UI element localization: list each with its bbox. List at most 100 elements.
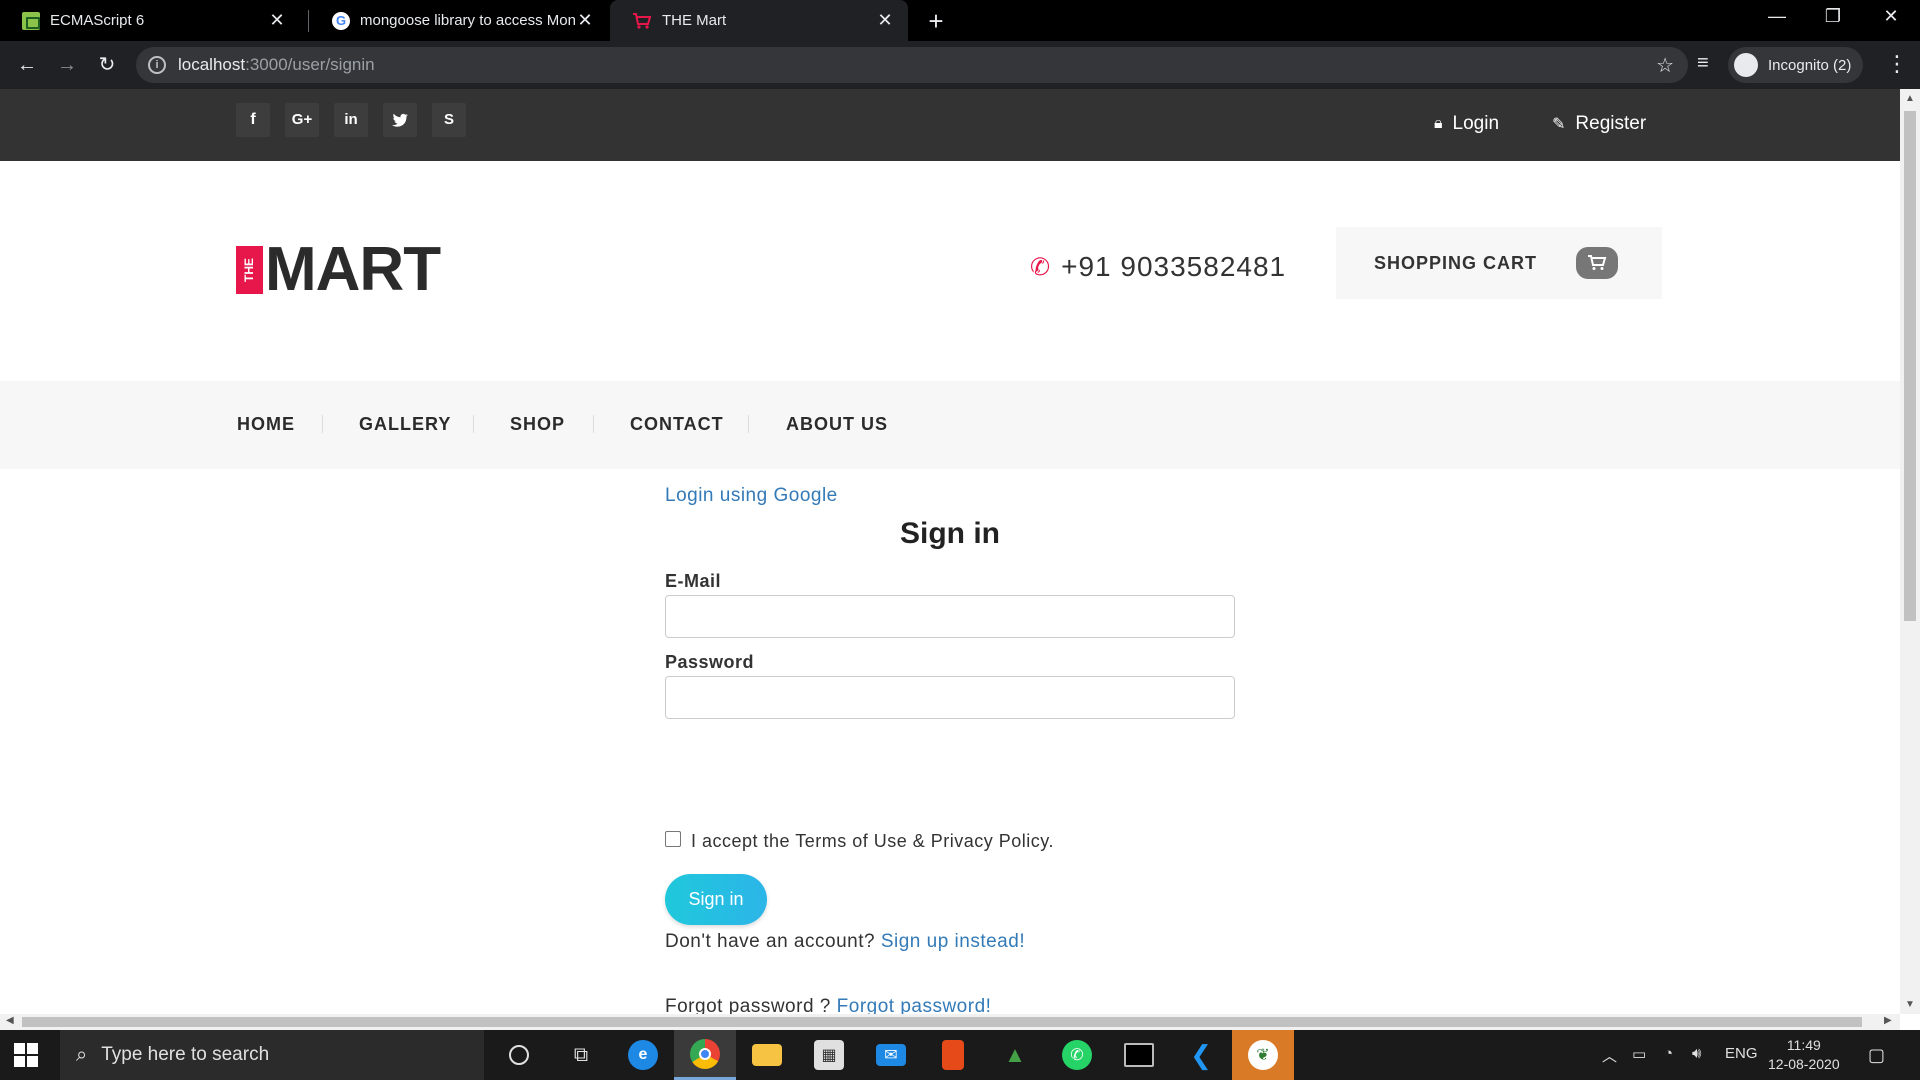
nav-about-us[interactable]: ABOUT US — [786, 414, 888, 435]
close-icon[interactable]: ✕ — [876, 10, 894, 31]
chrome-icon[interactable] — [674, 1030, 736, 1080]
forgot-password-link[interactable]: Forgot password! — [837, 996, 992, 1014]
main-navigation: HOME GALLERY SHOP CONTACT ABOUT US — [0, 381, 1900, 469]
nav-shop[interactable]: SHOP — [510, 414, 565, 435]
login-google-link[interactable]: Login using Google — [665, 485, 838, 507]
nav-gallery[interactable]: GALLERY — [359, 414, 451, 435]
lock-icon: 🔒︎ — [1434, 115, 1443, 132]
email-label: E-Mail — [665, 571, 722, 591]
task-view-icon[interactable]: ⧉ — [550, 1030, 612, 1080]
site-logo[interactable]: THE MART — [236, 239, 441, 301]
incognito-profile-button[interactable]: Incognito (2) — [1728, 47, 1864, 83]
nav-divider — [593, 415, 594, 433]
whatsapp-icon[interactable]: ✆ — [1046, 1030, 1108, 1080]
url-path: :3000/user/signin — [245, 55, 375, 74]
rocket-app-icon[interactable]: ▲ — [984, 1030, 1046, 1080]
volume-icon[interactable]: 🔊︎ — [1692, 1045, 1701, 1062]
terms-text: I accept the Terms of Use & Privacy Poli… — [691, 831, 1054, 851]
tab-mongoose[interactable]: G mongoose library to access Mon ✕ — [310, 0, 608, 41]
minimize-icon[interactable]: — — [1762, 6, 1792, 27]
scroll-up-icon[interactable]: ▲ — [1905, 93, 1915, 104]
back-icon[interactable]: ← — [14, 52, 40, 78]
tab-title: ECMAScript 6 — [50, 12, 145, 29]
signin-button[interactable]: Sign in — [665, 874, 767, 925]
signup-row: Don't have an account? Sign up instead! — [665, 931, 1025, 953]
phone-icon: ✆ — [1030, 253, 1052, 281]
scroll-left-icon[interactable]: ◀ — [6, 1015, 14, 1026]
mongodb-compass-icon[interactable]: ❦ — [1232, 1030, 1294, 1080]
shopping-cart-button[interactable]: SHOPPING CART — [1336, 227, 1662, 299]
mail-icon[interactable]: ✉ — [860, 1030, 922, 1080]
menu-dots-icon[interactable]: ⋮ — [1886, 51, 1908, 77]
search-icon: ⌕ — [76, 1043, 88, 1066]
tab-the-mart[interactable]: THE Mart ✕ — [610, 0, 908, 41]
battery-icon[interactable]: ▭ — [1632, 1045, 1646, 1063]
vertical-scrollbar[interactable]: ▲ ▼ — [1900, 89, 1920, 1014]
scrollbar-thumb[interactable] — [22, 1017, 1862, 1027]
google-icon: G — [332, 11, 350, 30]
register-label: Register — [1575, 113, 1647, 134]
site-topbar: f G+ in S 🔒︎ Login ✎ Register — [0, 89, 1900, 161]
horizontal-scrollbar[interactable]: ◀ ▶ — [0, 1014, 1900, 1030]
email-field[interactable] — [665, 595, 1235, 638]
scrollbar-thumb[interactable] — [1904, 111, 1916, 621]
forward-icon[interactable]: → — [54, 52, 80, 78]
site-header: THE MART ✆ +91 9033582481 SHOPPING CART — [0, 161, 1900, 341]
bookmark-star-icon[interactable]: ☆ — [1656, 53, 1674, 78]
login-label: Login — [1452, 113, 1500, 134]
window-close-icon[interactable]: ✕ — [1876, 6, 1906, 27]
scroll-right-icon[interactable]: ▶ — [1884, 1015, 1892, 1026]
windows-start-icon[interactable] — [14, 1043, 38, 1067]
no-account-text: Don't have an account? — [665, 931, 876, 952]
address-bar[interactable]: i localhost:3000/user/signin ☆ — [136, 47, 1688, 83]
file-explorer-icon[interactable] — [736, 1030, 798, 1080]
nav-contact[interactable]: CONTACT — [630, 414, 724, 435]
nav-divider — [322, 415, 323, 433]
notifications-icon[interactable]: ▢ — [1868, 1045, 1885, 1066]
google-plus-icon[interactable]: G+ — [285, 103, 319, 137]
login-link[interactable]: 🔒︎ Login — [1434, 113, 1499, 135]
page-title: Sign in — [900, 517, 1000, 550]
restore-icon[interactable]: ❐ — [1818, 6, 1848, 27]
address-bar-row: ← → ↻ i localhost:3000/user/signin ☆ ≡ I… — [0, 41, 1920, 89]
signup-link[interactable]: Sign up instead! — [881, 931, 1025, 952]
tray-expand-icon[interactable]: ︿ — [1602, 1045, 1617, 1066]
reading-list-icon[interactable]: ≡ — [1697, 52, 1709, 75]
edge-icon[interactable]: e — [612, 1030, 674, 1080]
close-icon[interactable]: ✕ — [268, 10, 286, 31]
taskbar-clock[interactable]: 11:49 12-08-2020 — [1768, 1036, 1840, 1074]
page-viewport: f G+ in S 🔒︎ Login ✎ Register THE MART ✆… — [0, 89, 1900, 1014]
register-link[interactable]: ✎ Register — [1552, 113, 1646, 135]
store-icon[interactable]: ▦ — [798, 1030, 860, 1080]
nav-divider — [748, 415, 749, 433]
new-tab-icon[interactable]: + — [922, 6, 950, 37]
twitter-icon[interactable] — [383, 103, 417, 137]
skype-icon[interactable]: S — [432, 103, 466, 137]
info-icon[interactable]: i — [148, 56, 166, 74]
linkedin-icon[interactable]: in — [334, 103, 368, 137]
office-icon[interactable] — [922, 1030, 984, 1080]
language-indicator[interactable]: ENG — [1725, 1045, 1758, 1062]
clock-date: 12-08-2020 — [1768, 1056, 1840, 1072]
tab-ecmascript[interactable]: ECMAScript 6 ✕ — [0, 0, 300, 41]
taskbar-search-box[interactable]: ⌕ Type here to search — [60, 1030, 484, 1080]
nav-home[interactable]: HOME — [237, 414, 295, 435]
wifi-icon[interactable]: ◔ — [1664, 1045, 1673, 1062]
phone-number: ✆ +91 9033582481 — [1030, 251, 1286, 283]
tab-title: THE Mart — [662, 12, 727, 29]
reload-icon[interactable]: ↻ — [94, 52, 120, 78]
vscode-icon[interactable]: ❮ — [1170, 1030, 1232, 1080]
profile-label: Incognito (2) — [1768, 56, 1852, 74]
url-text[interactable]: localhost:3000/user/signin — [178, 55, 375, 75]
terms-checkbox[interactable] — [665, 830, 681, 847]
incognito-icon — [1734, 53, 1758, 77]
url-host: localhost — [178, 55, 246, 74]
cortana-icon[interactable] — [488, 1030, 550, 1080]
terminal-icon[interactable] — [1108, 1030, 1170, 1080]
clock-time: 11:49 — [1786, 1037, 1821, 1053]
close-icon[interactable]: ✕ — [576, 10, 594, 31]
cart-icon — [633, 12, 652, 29]
facebook-icon[interactable]: f — [236, 103, 270, 137]
scroll-down-icon[interactable]: ▼ — [1905, 999, 1915, 1010]
password-field[interactable] — [665, 676, 1235, 719]
